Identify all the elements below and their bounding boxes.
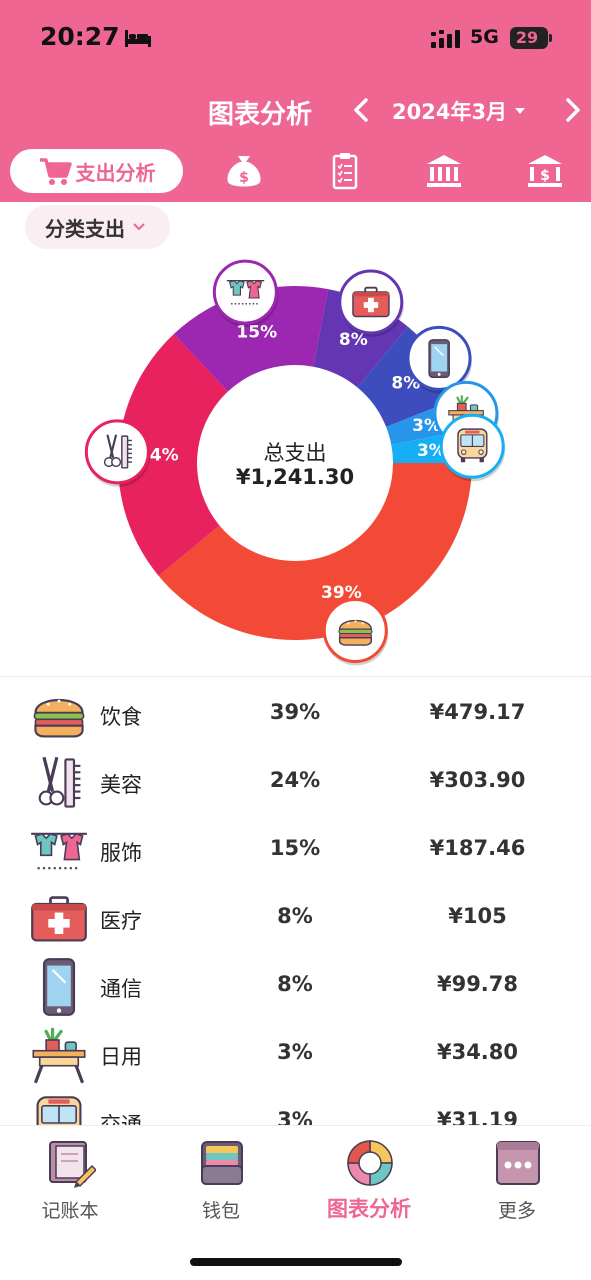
category-row[interactable]: 医疗 8% ¥105 xyxy=(0,885,591,953)
category-amount: ¥31.19 xyxy=(436,1108,519,1125)
wallet-icon xyxy=(201,1141,243,1185)
bank-dollar-icon[interactable]: $ xyxy=(525,152,565,190)
tab-expense-analysis[interactable]: 支出分析 xyxy=(10,149,183,193)
clothes-icon xyxy=(31,832,87,870)
category-name: 饮食 xyxy=(100,705,142,729)
slice-marker[interactable] xyxy=(322,597,389,666)
bus-icon xyxy=(36,1096,82,1125)
slice-marker[interactable] xyxy=(338,269,404,337)
phone-icon xyxy=(42,958,76,1016)
category-percent: 3% xyxy=(277,1108,313,1125)
more-icon xyxy=(496,1141,540,1185)
nav-label-chart-analysis: 图表分析 xyxy=(327,1197,411,1221)
notebook-icon xyxy=(49,1141,96,1188)
category-percent: 8% xyxy=(277,972,313,996)
table-plant-icon xyxy=(32,1027,86,1084)
medical-kit-icon xyxy=(31,896,87,942)
hamburger-icon xyxy=(33,698,85,738)
category-percent: 3% xyxy=(277,1040,313,1064)
category-name: 通信 xyxy=(100,977,142,1001)
donut-slice[interactable] xyxy=(158,463,473,640)
chevron-left-icon[interactable] xyxy=(348,94,374,126)
category-list: 饮食 39% ¥479.17 美容 24% ¥303.90 服饰 15% ¥18… xyxy=(0,677,591,1125)
category-amount: ¥34.80 xyxy=(436,1040,519,1064)
category-percent: 15% xyxy=(269,836,321,860)
cart-icon xyxy=(39,158,72,185)
month-label: 2024年3月 xyxy=(392,100,508,124)
category-row[interactable]: 通信 8% ¥99.78 xyxy=(0,953,591,1021)
category-row[interactable]: 交通 3% ¥31.19 xyxy=(0,1089,591,1125)
tab-active-label: 支出分析 xyxy=(75,160,156,185)
svg-text:$: $ xyxy=(540,168,550,184)
chart-center-total: ¥1,241.30 xyxy=(235,465,355,489)
category-row[interactable]: 美容 24% ¥303.90 xyxy=(0,749,591,817)
svg-text:$: $ xyxy=(239,170,249,186)
category-amount: ¥479.17 xyxy=(429,700,526,724)
chart-center-title: 总支出 xyxy=(263,441,327,465)
phone-icon xyxy=(428,339,450,378)
category-row[interactable]: 服饰 15% ¥187.46 xyxy=(0,817,591,885)
category-percent: 24% xyxy=(269,768,321,792)
slice-marker[interactable] xyxy=(212,259,279,328)
category-name: 服饰 xyxy=(100,841,142,865)
nav-label-more: 更多 xyxy=(497,1200,536,1222)
chevron-right-icon[interactable] xyxy=(560,94,586,126)
slice-marker[interactable] xyxy=(84,419,151,487)
signal-icon xyxy=(431,30,460,48)
nav-notebook[interactable]: 记账本 xyxy=(5,1136,135,1236)
bank-icon[interactable] xyxy=(424,152,464,190)
caret-down-icon xyxy=(515,108,526,114)
network-label: 5G xyxy=(470,26,499,48)
chevron-down-icon xyxy=(133,223,145,231)
category-row[interactable]: 饮食 39% ¥479.17 xyxy=(0,681,591,749)
bus-icon xyxy=(457,428,488,463)
scissors-comb-icon xyxy=(38,756,81,808)
category-name: 美容 xyxy=(100,773,142,797)
category-row[interactable]: 日用 3% ¥34.80 xyxy=(0,1021,591,1089)
nav-wallet[interactable]: 钱包 xyxy=(156,1136,286,1236)
money-bag-icon[interactable]: $ xyxy=(224,152,264,190)
battery-icon: 29 xyxy=(510,27,552,49)
nav-chart-analysis[interactable]: 图表分析 xyxy=(304,1136,434,1236)
chart-icon xyxy=(347,1140,393,1186)
category-percent: 8% xyxy=(277,904,313,928)
hamburger-icon xyxy=(338,619,373,646)
filter-label: 分类支出 xyxy=(45,216,125,241)
bed-icon xyxy=(125,30,151,47)
category-name: 医疗 xyxy=(100,909,142,933)
status-time: 20:27 xyxy=(40,22,120,51)
category-filter-dropdown[interactable]: 分类支出 xyxy=(25,205,170,249)
clipboard-icon[interactable] xyxy=(325,152,365,190)
nav-more[interactable]: 更多 xyxy=(452,1136,582,1236)
header: 20:27 5G 29 图表分析 2024年3月 支出分析 $ $ xyxy=(0,0,591,202)
category-percent: 39% xyxy=(269,700,321,724)
bottom-nav: 记账本 钱包 图表分析 更多 xyxy=(0,1125,591,1280)
category-amount: ¥99.78 xyxy=(436,972,519,996)
category-amount: ¥303.90 xyxy=(429,768,526,792)
nav-label-notebook: 记账本 xyxy=(41,1200,99,1222)
month-selector[interactable]: 2024年3月 xyxy=(392,96,526,126)
category-name: 日用 xyxy=(100,1045,142,1069)
home-indicator xyxy=(190,1258,402,1266)
category-name: 交通 xyxy=(100,1113,142,1125)
category-amount: ¥105 xyxy=(448,904,507,928)
slice-marker[interactable] xyxy=(439,413,506,482)
nav-label-wallet: 钱包 xyxy=(201,1200,240,1222)
category-amount: ¥187.46 xyxy=(429,836,526,860)
medical-kit-icon xyxy=(352,286,390,318)
battery-level: 29 xyxy=(515,28,539,47)
page-title: 图表分析 xyxy=(208,100,313,130)
